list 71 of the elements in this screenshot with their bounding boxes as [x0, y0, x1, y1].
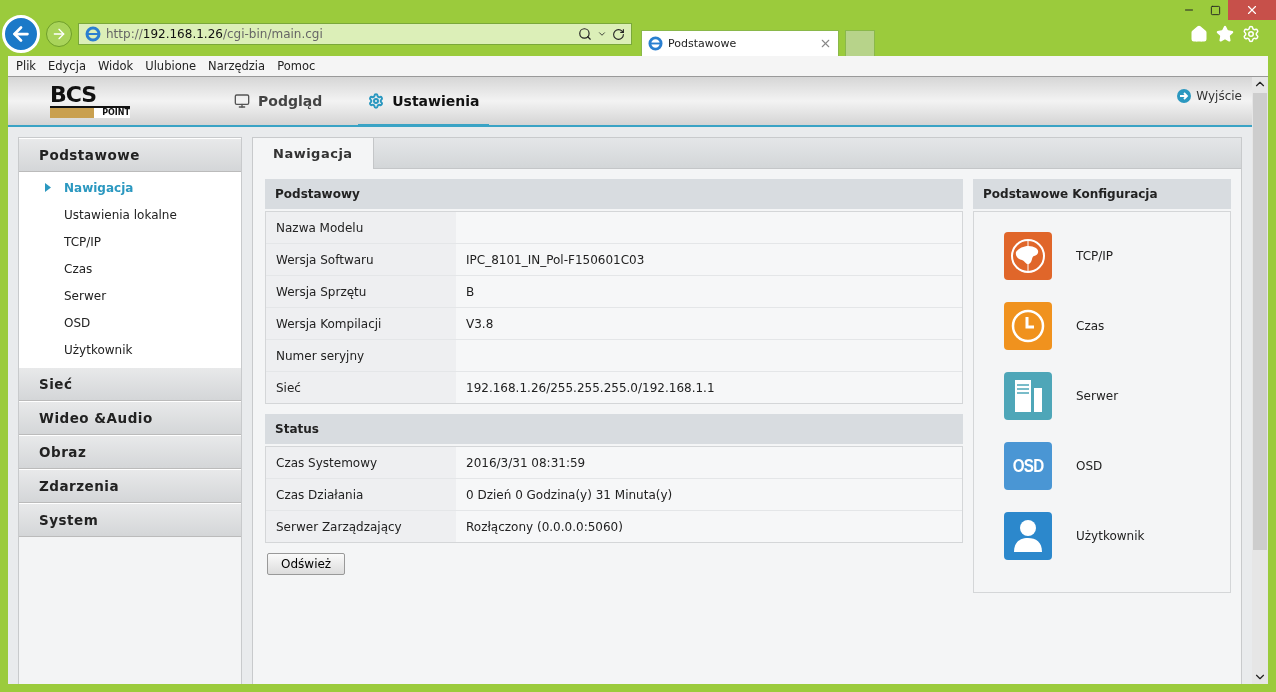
new-tab-button[interactable]	[845, 30, 875, 56]
label-cell: Czas Systemowy	[266, 447, 456, 478]
refresh-button[interactable]: Odśwież	[267, 553, 346, 575]
sidebar-section[interactable]: Wideo &Audio	[19, 401, 241, 435]
globe-icon[interactable]	[1004, 232, 1052, 280]
menu-item[interactable]: Edycja	[42, 59, 92, 73]
address-bar[interactable]: http://192.168.1.26/cgi-bin/main.cgi	[78, 23, 632, 45]
sidebar-item[interactable]: Ustawienia lokalne	[19, 201, 241, 228]
gear-icon	[368, 92, 385, 109]
back-button[interactable]	[2, 15, 40, 53]
shortcut-label[interactable]: Użytkownik	[1076, 529, 1145, 543]
refresh-icon[interactable]	[612, 27, 625, 41]
section-header: Status	[265, 414, 963, 444]
page-tab[interactable]: Nawigacja	[253, 138, 374, 169]
label-cell: Sieć	[266, 372, 456, 403]
sidebar-item[interactable]: Serwer	[19, 282, 241, 309]
home-icon[interactable]	[1190, 25, 1208, 43]
label-cell: Wersja Softwaru	[266, 244, 456, 275]
sidebar-section[interactable]: Sieć	[19, 367, 241, 401]
browser-logo-icon	[85, 26, 101, 42]
label-cell: Serwer Zarządzający	[266, 511, 456, 542]
logo: BCS POINT	[50, 81, 130, 120]
shortcut-label[interactable]: TCP/IP	[1076, 249, 1114, 263]
nav-tab[interactable]: Podgląd	[224, 77, 333, 127]
label-cell: Wersja Sprzętu	[266, 276, 456, 307]
shortcut-label[interactable]: Serwer	[1076, 389, 1119, 403]
forward-button[interactable]	[46, 21, 72, 47]
close-icon[interactable]	[819, 37, 832, 50]
sidebar-item[interactable]: OSD	[19, 309, 241, 336]
menu-item[interactable]: Pomoc	[271, 59, 322, 73]
caret-icon	[45, 183, 51, 192]
nav-tab[interactable]: Ustawienia	[358, 77, 490, 127]
sidebar-section[interactable]: Obraz	[19, 435, 241, 469]
star-icon[interactable]	[1216, 25, 1234, 43]
sidebar-item[interactable]: Czas	[19, 255, 241, 282]
user-icon[interactable]	[1004, 512, 1052, 560]
sidebar-section[interactable]: Zdarzenia	[19, 469, 241, 503]
menu-item[interactable]: Plik	[10, 59, 42, 73]
url-text: http://192.168.1.26/cgi-bin/main.cgi	[106, 27, 324, 41]
sidebar-item[interactable]: TCP/IP	[19, 228, 241, 255]
arrow-circle-icon	[1177, 89, 1192, 103]
label-cell: Nazwa Modelu	[266, 212, 456, 243]
label-cell: Wersja Kompilacji	[266, 308, 456, 339]
menu-item[interactable]: Ulubione	[139, 59, 203, 73]
shortcut-label[interactable]: Czas	[1076, 319, 1105, 333]
scrollbar[interactable]	[1252, 77, 1268, 684]
section-header: Podstawowe Konfiguracja	[973, 179, 1231, 209]
search-icon[interactable]	[578, 27, 592, 41]
label-cell: Czas Działania	[266, 479, 456, 510]
tab-title: Podstawowe	[668, 37, 738, 50]
close-icon	[1245, 3, 1259, 17]
sidebar-section[interactable]: Podstawowe	[19, 138, 241, 172]
browser-logo-icon	[648, 36, 663, 51]
maximize-icon	[1209, 4, 1221, 16]
sidebar-item[interactable]: Użytkownik	[19, 336, 241, 363]
settings-icon[interactable]	[1242, 25, 1260, 43]
forward-arrow-icon	[51, 26, 67, 42]
scrollbar-thumb[interactable]	[1253, 93, 1267, 550]
menu-item[interactable]: Widok	[91, 59, 140, 73]
clock-icon[interactable]	[1004, 302, 1052, 350]
sidebar-section[interactable]: System	[19, 503, 241, 537]
label-cell: Numer seryjny	[266, 340, 456, 371]
dropdown-icon[interactable]	[597, 29, 607, 39]
server-icon[interactable]	[1004, 372, 1052, 420]
logout-link[interactable]: Wyjście	[1177, 89, 1252, 103]
browser-tab[interactable]: Podstawowe	[641, 30, 839, 56]
section-header: Podstawowy	[265, 179, 963, 209]
monitor-icon	[234, 92, 250, 109]
osd-icon-text: OSD	[1012, 455, 1044, 477]
shortcut-label[interactable]: OSD	[1076, 459, 1103, 473]
menu-item[interactable]: Narzędzia	[202, 59, 272, 73]
